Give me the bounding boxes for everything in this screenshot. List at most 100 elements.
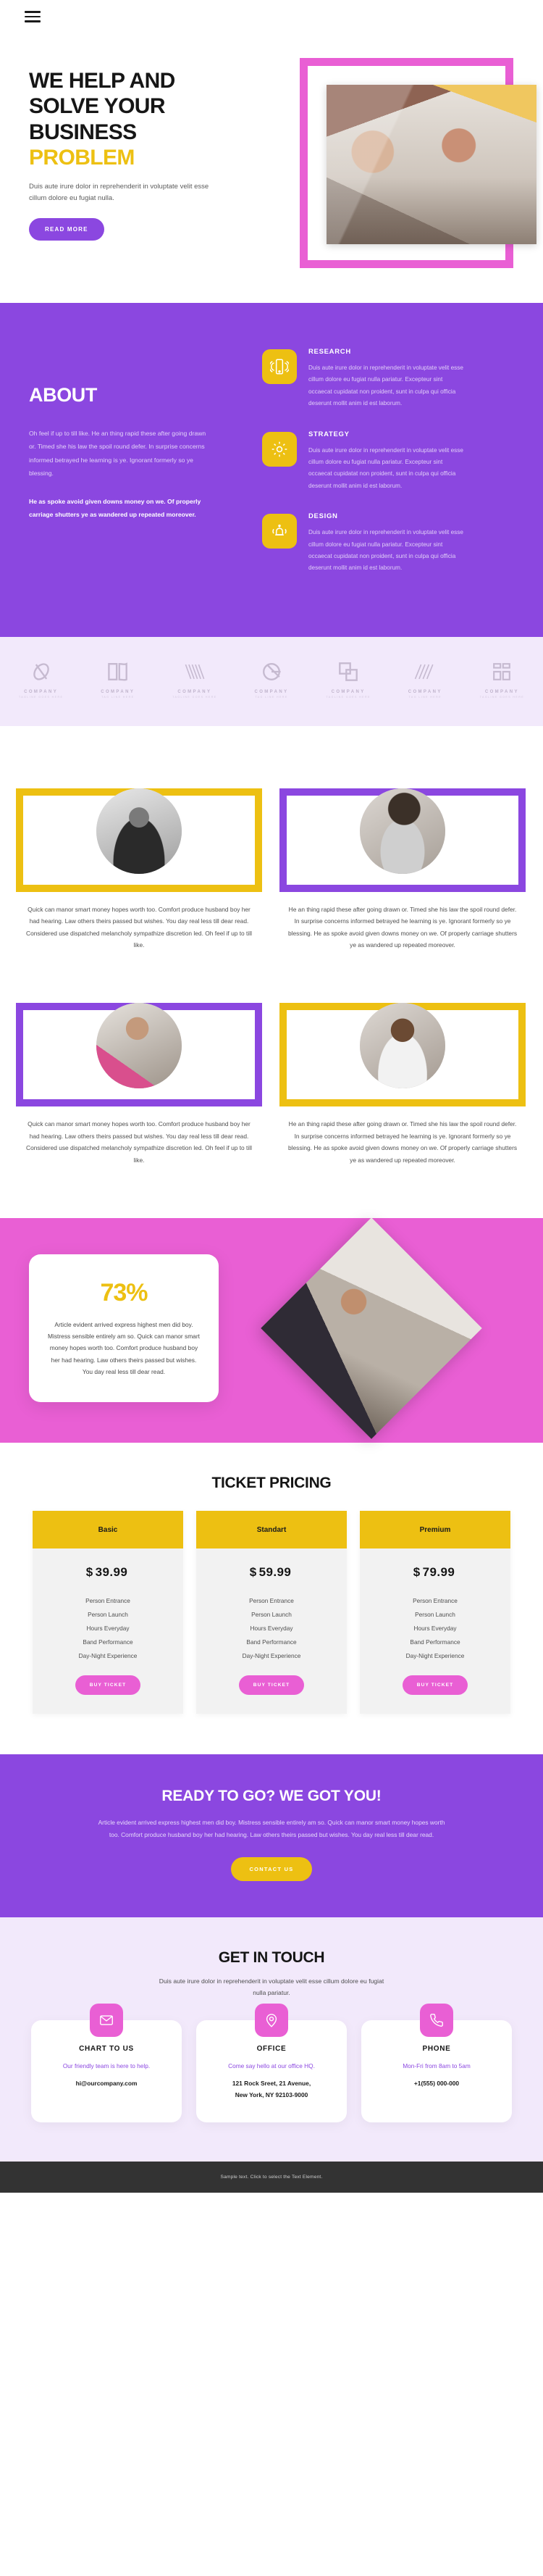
team-member-margo-perry: MARGO PERRY He an thing rapid these afte… <box>279 755 526 951</box>
plan-currency: $ <box>413 1565 421 1579</box>
client-logo-tagline: TAGLINE GOES HERE <box>479 695 525 699</box>
client-logo-tagline: TAG LINE HERE <box>255 695 288 699</box>
service-item-research: RESEARCH Duis aute irure dolor in repreh… <box>262 346 518 410</box>
gear-icon <box>262 431 297 467</box>
plan-feature: Day-Night Experience <box>78 1651 138 1659</box>
plan-button-wrap: BUY TICKET <box>360 1662 510 1714</box>
plan-feature: Band Performance <box>410 1638 460 1646</box>
plan-name: Standart <box>256 1525 287 1534</box>
cta-text: Article evident arrived express highest … <box>98 1819 445 1838</box>
hero-photo <box>327 85 536 244</box>
hero-content: WE HELP AND SOLVE YOUR BUSINESS PROBLEM … <box>0 55 290 268</box>
service-body: STRATEGY Duis aute irure dolor in repreh… <box>308 429 464 493</box>
client-logo-tagline: TAGLINE GOES HERE <box>172 695 217 699</box>
cta-title: READY TO GO? WE GOT YOU! <box>161 1788 382 1804</box>
client-logo-name: COMPANY <box>24 689 59 694</box>
plan-feature: Person Launch <box>415 1610 455 1618</box>
client-logo-name: COMPANY <box>484 689 519 694</box>
plan-feature: Person Entrance <box>85 1596 130 1604</box>
bell-icon <box>262 514 297 549</box>
landing-page: WE HELP AND SOLVE YOUR BUSINESS PROBLEM … <box>0 0 543 2193</box>
client-logo-tagline: TAG LINE HERE <box>101 695 135 699</box>
plan-feature: Person Launch <box>88 1610 128 1618</box>
client-logo: COMPANY TAGLINE GOES HERE <box>19 659 63 699</box>
plan-header: Basic <box>33 1511 183 1548</box>
top-navigation-bar <box>0 0 543 33</box>
hamburger-menu-icon[interactable] <box>25 11 41 22</box>
footer-text[interactable]: Sample text. Click to select the Text El… <box>0 2175 543 2180</box>
team-card: MARGO PERRY <box>279 788 526 892</box>
team-card: PAUL LARSON <box>279 1003 526 1107</box>
page-footer: Sample text. Click to select the Text El… <box>0 2162 543 2193</box>
contact-card-note: Come say hello at our office HQ. <box>228 2062 315 2070</box>
services-column: RESEARCH Duis aute irure dolor in repreh… <box>246 342 518 593</box>
buy-ticket-button[interactable]: BUY TICKET <box>402 1675 468 1695</box>
hero-pink-frame <box>300 58 536 268</box>
team-member-mike-hudson: MIKE HUDSON Quick can manor smart money … <box>16 755 262 951</box>
about-title: ABOUT <box>29 384 97 406</box>
plan-feature: Hours Everyday <box>86 1624 130 1632</box>
plan-feature: Person Entrance <box>413 1596 458 1604</box>
logo-box-icon <box>493 662 511 680</box>
page-title: WE HELP AND SOLVE YOUR BUSINESS PROBLEM <box>29 68 268 171</box>
plan-feature: Hours Everyday <box>250 1624 293 1632</box>
logo-chevron-icon <box>185 664 205 680</box>
team-member-description: He an thing rapid these after going draw… <box>287 905 518 949</box>
about-paragraph: Oh feel if up to till like. He an thing … <box>29 430 206 478</box>
client-logo: COMPANY TAGLINE GOES HERE <box>172 659 216 699</box>
client-logo-name: COMPANY <box>101 689 135 694</box>
statistic-value: 73% <box>100 1278 148 1306</box>
team-card: MIKE HUDSON <box>16 788 262 892</box>
avatar <box>96 1003 182 1089</box>
contact-card-phone: PHONE Mon-Fri from 8am to 5am +1(555) 00… <box>361 2004 512 2123</box>
plan-currency: $ <box>249 1565 257 1579</box>
logo-wave-icon <box>415 664 434 680</box>
contact-card-value[interactable]: +1(555) 000-000 <box>373 2078 500 2090</box>
map-pin-icon <box>255 2004 288 2038</box>
diamond-photo <box>261 1217 482 1439</box>
logo-book-icon <box>107 662 127 681</box>
buy-ticket-button[interactable]: BUY TICKET <box>238 1675 305 1695</box>
team-row: MIKE HUDSON Quick can manor smart money … <box>16 755 527 951</box>
client-logo-tagline: TAGLINE GOES HERE <box>18 695 64 699</box>
get-in-touch-title: GET IN TOUCH <box>218 1948 325 1966</box>
about-text-column: ABOUT Oh feel if up to till like. He an … <box>29 342 246 593</box>
statistic-card: 73% Article evident arrived express high… <box>29 1254 219 1403</box>
plan-amount: 59.99 <box>258 1565 292 1579</box>
team-card: MILA LOO <box>16 1003 262 1107</box>
contact-card-note: Our friendly team is here to help. <box>62 2062 151 2070</box>
service-item-strategy: STRATEGY Duis aute irure dolor in repreh… <box>262 429 518 493</box>
client-logo-name: COMPANY <box>331 689 366 694</box>
client-logo: COMPANY TAG LINE HERE <box>101 659 135 699</box>
contact-card-title: CHART TO US <box>79 2045 134 2054</box>
hero-title-line2: SOLVE YOUR <box>29 94 166 119</box>
statistics-image-area <box>219 1217 524 1439</box>
contact-card-value[interactable]: hi@ourcompany.com <box>43 2078 170 2090</box>
phone-icon <box>420 2004 453 2038</box>
about-paragraph-bold: He as spoke avoid given downs money on w… <box>29 497 201 519</box>
plan-button-wrap: BUY TICKET <box>196 1662 347 1714</box>
contact-cards: CHART TO US Our friendly team is here to… <box>22 2004 521 2123</box>
plan-price: $59.99 <box>196 1548 347 1593</box>
plan-price: $39.99 <box>33 1548 183 1593</box>
service-item-design: DESIGN Duis aute irure dolor in reprehen… <box>262 511 518 575</box>
client-logo: COMPANY TAG LINE HERE <box>408 659 442 699</box>
contact-card-title: OFFICE <box>256 2045 287 2054</box>
pricing-section: TICKET PRICING Basic $39.99 Person Entra… <box>0 1443 543 1754</box>
hero-title-line1: WE HELP AND <box>29 69 175 93</box>
buy-ticket-button[interactable]: BUY TICKET <box>75 1675 141 1695</box>
hero-title-accent: PROBLEM <box>29 146 135 170</box>
plan-price: $79.99 <box>360 1548 510 1593</box>
client-logos-strip: COMPANY TAGLINE GOES HERE COMPANY TAG LI… <box>0 636 543 726</box>
contact-us-button[interactable]: CONTACT US <box>230 1856 313 1881</box>
contact-card-value-line2: New York, NY 92103-9000 <box>235 2091 308 2098</box>
plan-feature: Day-Night Experience <box>242 1651 301 1659</box>
contact-card-value-line1: 121 Rock Sreet, 21 Avenue, <box>232 2080 311 2088</box>
plan-header: Premium <box>360 1511 510 1548</box>
client-logo-name: COMPANY <box>177 689 212 694</box>
service-title: DESIGN <box>308 512 338 521</box>
team-member-paul-larson: PAUL LARSON He an thing rapid these afte… <box>279 970 526 1166</box>
pricing-plan-premium: Premium $79.99 Person Entrance Person La… <box>360 1511 510 1714</box>
read-more-button[interactable]: READ MORE <box>29 217 104 241</box>
statistic-description: Article evident arrived express highest … <box>48 1320 200 1376</box>
